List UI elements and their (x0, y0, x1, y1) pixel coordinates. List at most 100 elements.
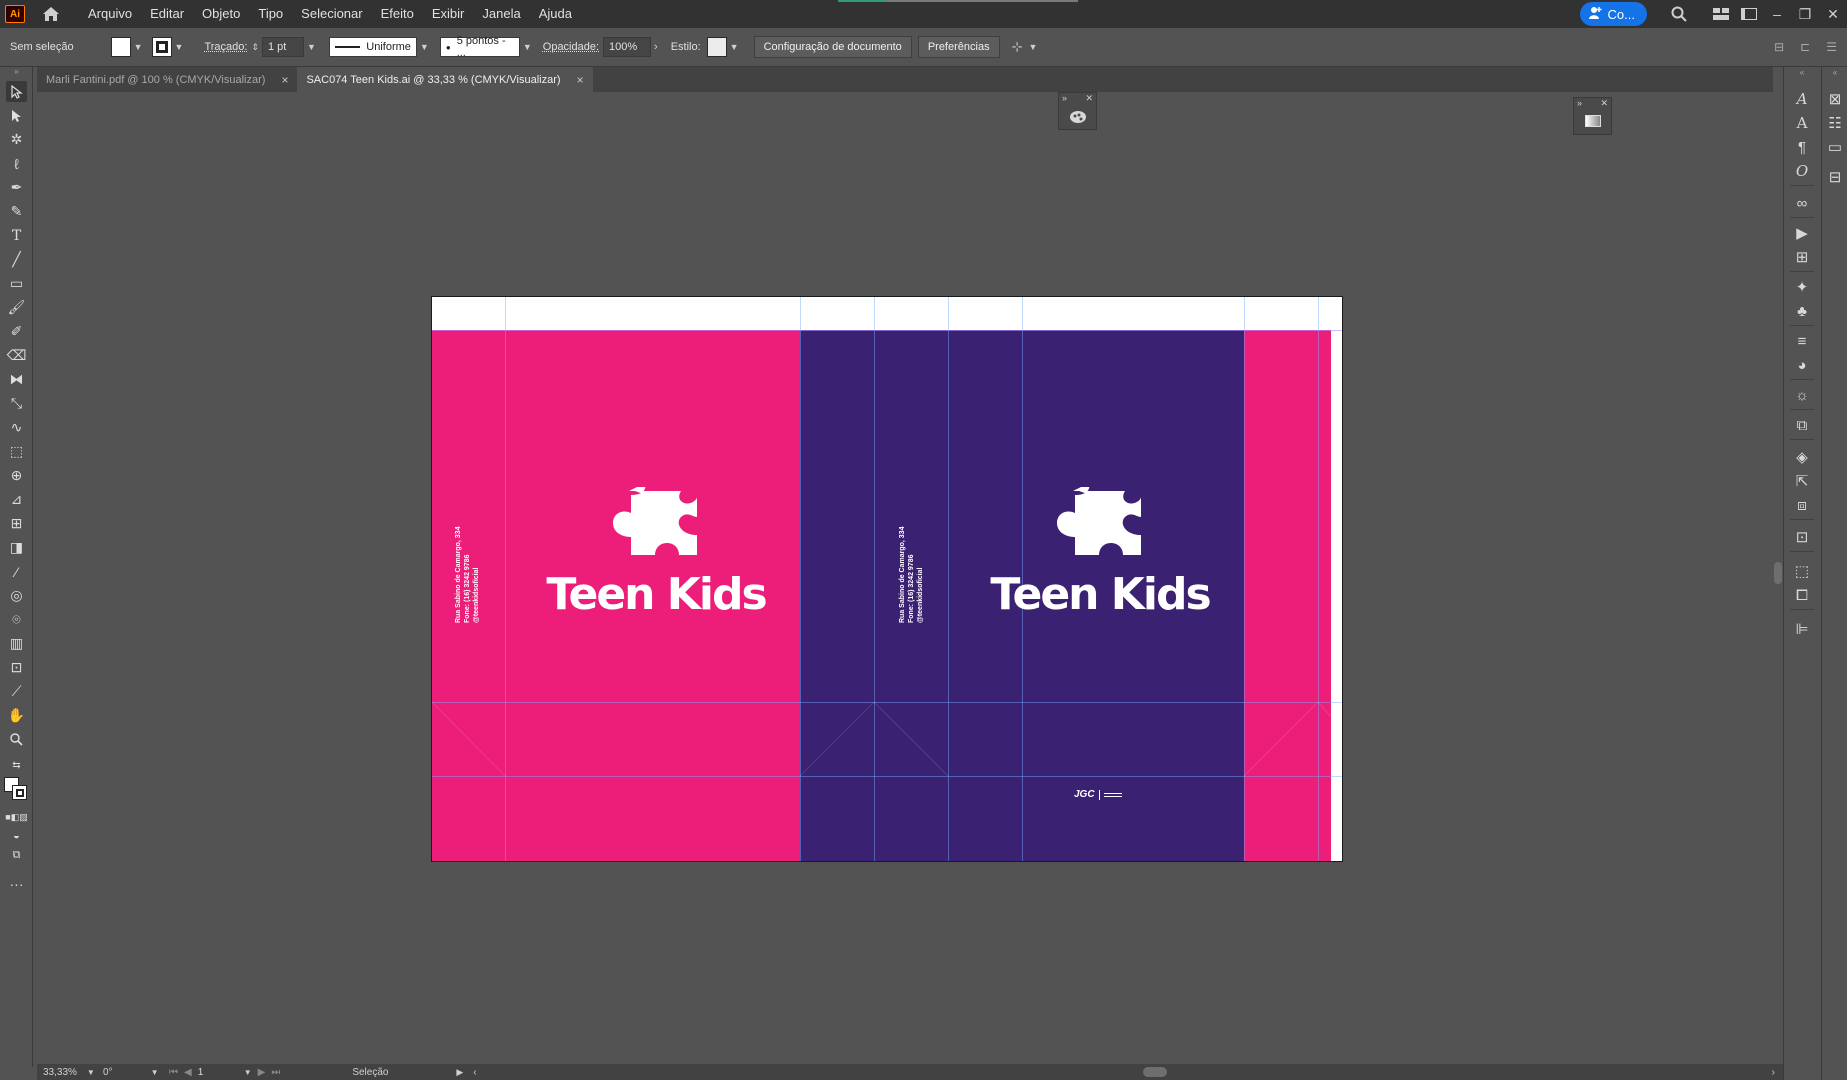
graphic-styles-icon[interactable]: ⧉ (1792, 415, 1812, 435)
fill-dropdown-icon[interactable]: ▼ (134, 42, 143, 52)
artboard[interactable]: Teen Kids Rua Sabino de Camargo, 334 Fon… (431, 296, 1343, 862)
artboard-number[interactable]: 1 (198, 1067, 238, 1078)
scale-tool-icon[interactable]: ⤡ (6, 393, 27, 414)
home-icon[interactable] (41, 5, 61, 23)
scroll-left-icon[interactable]: ‹ (473, 1067, 476, 1078)
eraser-tool-icon[interactable]: ⌫ (6, 345, 27, 366)
zoom-tool-icon[interactable] (6, 729, 27, 750)
brush-dropdown-icon[interactable]: ▼ (523, 42, 532, 52)
arrange-icon[interactable]: ⊟ (1774, 40, 1784, 54)
export-icon[interactable]: ⇱ (1792, 471, 1812, 491)
menu-exibir[interactable]: Exibir (423, 0, 474, 28)
magic-wand-tool-icon[interactable]: ✲ (6, 129, 27, 150)
floating-gradient-panel[interactable]: » ✕ (1573, 97, 1612, 135)
type-tool-icon[interactable]: T (6, 225, 27, 246)
comments-icon[interactable]: ▭ (1825, 137, 1845, 157)
close-panel-icon[interactable]: ✕ (1600, 98, 1608, 108)
restore-icon[interactable]: ❐ (1791, 0, 1819, 28)
links-icon[interactable]: ∞ (1792, 193, 1812, 213)
variables-icon[interactable]: ⊞ (1792, 247, 1812, 267)
opacity-field[interactable]: 100% (603, 37, 652, 57)
close-panel-icon[interactable]: ✕ (1085, 93, 1093, 103)
tab-marli-fantini[interactable]: Marli Fantini.pdf @ 100 % (CMYK/Visualiz… (37, 67, 297, 92)
more-tools-icon[interactable]: ··· (6, 873, 27, 894)
stroke-label[interactable]: Traçado: (204, 41, 247, 53)
menu-arquivo[interactable]: Arquivo (79, 0, 141, 28)
curvature-tool-icon[interactable]: ✎ (6, 201, 27, 222)
rotation-select[interactable]: 0° ▼ (97, 1067, 163, 1078)
gradient-panel-icon[interactable] (1574, 108, 1611, 134)
expand-panel-icon[interactable]: » (1062, 93, 1067, 103)
line-tool-icon[interactable]: ╱ (6, 249, 27, 270)
opentype-icon[interactable]: O (1792, 161, 1812, 181)
collapse-dock-icon[interactable]: « (1792, 67, 1812, 77)
collapse-dock-icon[interactable]: « (1825, 67, 1845, 77)
stroke-swatch[interactable] (151, 37, 172, 57)
menu-objeto[interactable]: Objeto (193, 0, 249, 28)
stroke-weight-dropdown-icon[interactable]: ▼ (307, 42, 316, 52)
paragraph-icon[interactable]: ¶ (1792, 137, 1812, 157)
draw-mode-icon[interactable]: ◒ (6, 825, 27, 846)
color-guide-icon[interactable] (1059, 103, 1096, 129)
menu-ajuda[interactable]: Ajuda (530, 0, 581, 28)
align-icon[interactable]: ⊫ (1792, 619, 1812, 639)
character-styles-icon[interactable]: A (1792, 89, 1812, 109)
align-dropdown-icon[interactable]: ▼ (1028, 42, 1037, 52)
hand-tool-icon[interactable]: ✋ (6, 705, 27, 726)
symbol-sprayer-tool-icon[interactable]: ⌾ (6, 609, 27, 630)
layers-icon[interactable]: ◈ (1792, 447, 1812, 467)
pathfinder-icon[interactable]: ⧠ (1792, 585, 1812, 605)
character-icon[interactable]: A (1792, 113, 1812, 133)
workspace-icon[interactable] (1735, 0, 1763, 28)
pen-tool-icon[interactable]: ✒ (6, 177, 27, 198)
share-button[interactable]: Co... (1579, 2, 1647, 26)
rectangle-tool-icon[interactable]: ▭ (6, 273, 27, 294)
slice-tool-icon[interactable]: ⟋ (6, 681, 27, 702)
paintbrush-tool-icon[interactable]: 🖌 (6, 297, 27, 318)
document-setup-button[interactable]: Configuração de documento (753, 36, 912, 58)
free-transform-tool-icon[interactable]: ⬚ (6, 441, 27, 462)
preferences-button[interactable]: Preferências (917, 36, 1000, 58)
image-trace-icon[interactable]: ⊡ (1792, 527, 1812, 547)
horizontal-scroll-thumb[interactable] (1143, 1067, 1167, 1077)
gradient-tool-icon[interactable]: ◨ (6, 537, 27, 558)
stroke-weight-field[interactable]: 1 pt (262, 37, 304, 57)
appearance-icon[interactable]: ☼ (1792, 385, 1812, 405)
reflect-tool-icon[interactable]: ⧓ (6, 369, 27, 390)
close-icon[interactable]: ✕ (1819, 0, 1847, 28)
transparency-icon[interactable]: ◕ (1792, 355, 1812, 375)
zoom-select[interactable]: 33,33% ▼ (37, 1067, 97, 1078)
vertical-scroll-thumb[interactable] (1774, 562, 1782, 584)
scroll-right-icon[interactable]: › (1772, 1067, 1775, 1078)
stroke-dropdown-icon[interactable]: ▼ (175, 42, 184, 52)
opacity-label[interactable]: Opacidade: (543, 41, 599, 53)
search-icon[interactable] (1665, 0, 1693, 28)
expand-panel-icon[interactable]: » (1577, 98, 1582, 108)
fill-swatch[interactable] (110, 37, 131, 57)
screen-mode-icon[interactable]: ⧉ (6, 845, 27, 866)
minimize-icon[interactable]: – (1763, 0, 1791, 28)
brush-select[interactable]: ● 5 pontos - ... (439, 35, 520, 59)
tab-teen-kids[interactable]: SAC074 Teen Kids.ai @ 33,33 % (CMYK/Visu… (297, 67, 593, 92)
stroke-stepper-icon[interactable]: ⇕ (251, 42, 259, 53)
stroke-profile-select[interactable]: Uniforme (328, 37, 417, 57)
stroke-profile-dropdown-icon[interactable]: ▼ (420, 42, 429, 52)
status-menu-icon[interactable]: ▶ (456, 1067, 463, 1078)
artboard-navigation[interactable]: ⏮ ◀ 1 ▼ ▶ ⏭ (163, 1067, 286, 1078)
menu-efeito[interactable]: Efeito (372, 0, 423, 28)
shape-builder-tool-icon[interactable]: ⊕ (6, 465, 27, 486)
perspective-grid-tool-icon[interactable]: ⊿ (6, 489, 27, 510)
align-options-icon[interactable]: ⊹ (1012, 39, 1023, 55)
direct-selection-tool-icon[interactable] (6, 105, 27, 126)
tab-close-icon[interactable]: × (577, 73, 584, 87)
menu-editar[interactable]: Editar (141, 0, 193, 28)
artboards-icon[interactable]: ⧈ (1792, 495, 1812, 515)
mesh-tool-icon[interactable]: ⊞ (6, 513, 27, 534)
first-artboard-icon[interactable]: ⏮ (169, 1067, 178, 1078)
transform-icon[interactable]: ⬚ (1792, 561, 1812, 581)
properties-icon[interactable]: ⊠ (1825, 89, 1845, 109)
isolate-icon[interactable]: ⊏ (1800, 40, 1810, 54)
lasso-tool-icon[interactable]: ℓ (6, 153, 27, 174)
opacity-expand-icon[interactable]: › (654, 41, 658, 53)
symbols-icon[interactable]: ♣ (1792, 301, 1812, 321)
